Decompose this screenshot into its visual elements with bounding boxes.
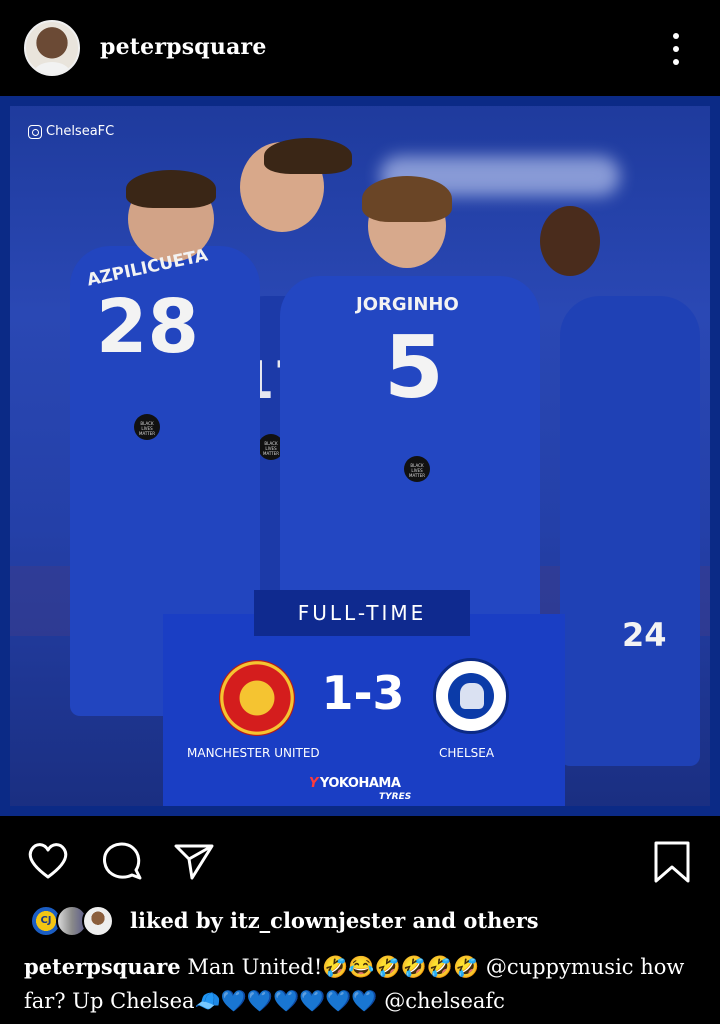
blm-badge-left: BLACK LIVES MATTER [134,414,160,440]
likes-text[interactable]: liked by itz_clownjester and others [130,908,539,933]
action-bar [0,816,720,900]
jersey-number-left: 28 [96,284,199,370]
username[interactable]: peterpsquare [100,34,267,60]
user-avatar[interactable] [24,20,80,76]
post-image[interactable]: ChelseaFC 24 17 BLACK LIVES MATTER AZPILIC… [0,96,720,816]
away-team-name: CHELSEA [439,746,495,760]
caption-text-1: Man United!🤣😂🤣🤣🤣🤣 @cuppymusic how [187,955,685,979]
image-watermark: ChelseaFC [28,124,114,139]
post-caption: peterpsquare Man United!🤣😂🤣🤣🤣🤣 @cuppymus… [24,950,704,1018]
comment-icon[interactable] [100,840,144,880]
scoreboard: 1-3 MANCHESTER UNITED CHELSEA Y YOKOHAMA … [163,614,565,816]
caption-line-1: peterpsquare Man United!🤣😂🤣🤣🤣🤣 @cuppymus… [24,950,704,984]
jersey-number-right: 24 [622,616,667,654]
caption-text-2: far? Up Chelsea🧢💙💙💙💙💙💙 @chelseafc [24,989,505,1013]
liker-avatar-initials: CJ [40,915,52,926]
heart-icon[interactable] [26,840,70,880]
bookmark-icon[interactable] [652,840,692,883]
player-center-hair [362,176,452,222]
likes-row[interactable]: CJ liked by itz_clownjester and others [0,900,720,944]
final-score: 1-3 [321,666,405,720]
post-header: peterpsquare [0,0,720,96]
more-options-icon[interactable] [668,33,684,65]
home-team-name: MANCHESTER UNITED [187,746,320,760]
player-top-hair [264,138,352,174]
man-united-crest-icon [219,660,295,736]
jersey-name-center: JORGINHO [356,294,459,315]
full-time-banner: FULL-TIME [254,590,470,636]
yokohama-mark-icon: Y [309,776,318,791]
caption-author[interactable]: peterpsquare [24,954,181,979]
sponsor-logo: Y YOKOHAMA [309,776,401,791]
liker-avatar [82,905,114,937]
player-right-head [540,206,600,276]
send-icon[interactable] [172,840,216,880]
player-right [560,296,700,766]
player-left-hair [126,170,216,208]
liker-avatars: CJ [30,902,120,938]
blm-badge-center: BLACK LIVES MATTER [404,456,430,482]
sponsor-subtitle: TYRES [379,792,412,802]
watermark-text: ChelseaFC [46,124,115,139]
instagram-icon [28,124,42,139]
sponsor-name: YOKOHAMA [319,776,401,791]
jersey-number-center: 5 [384,318,444,418]
chelsea-crest-icon [433,658,509,734]
